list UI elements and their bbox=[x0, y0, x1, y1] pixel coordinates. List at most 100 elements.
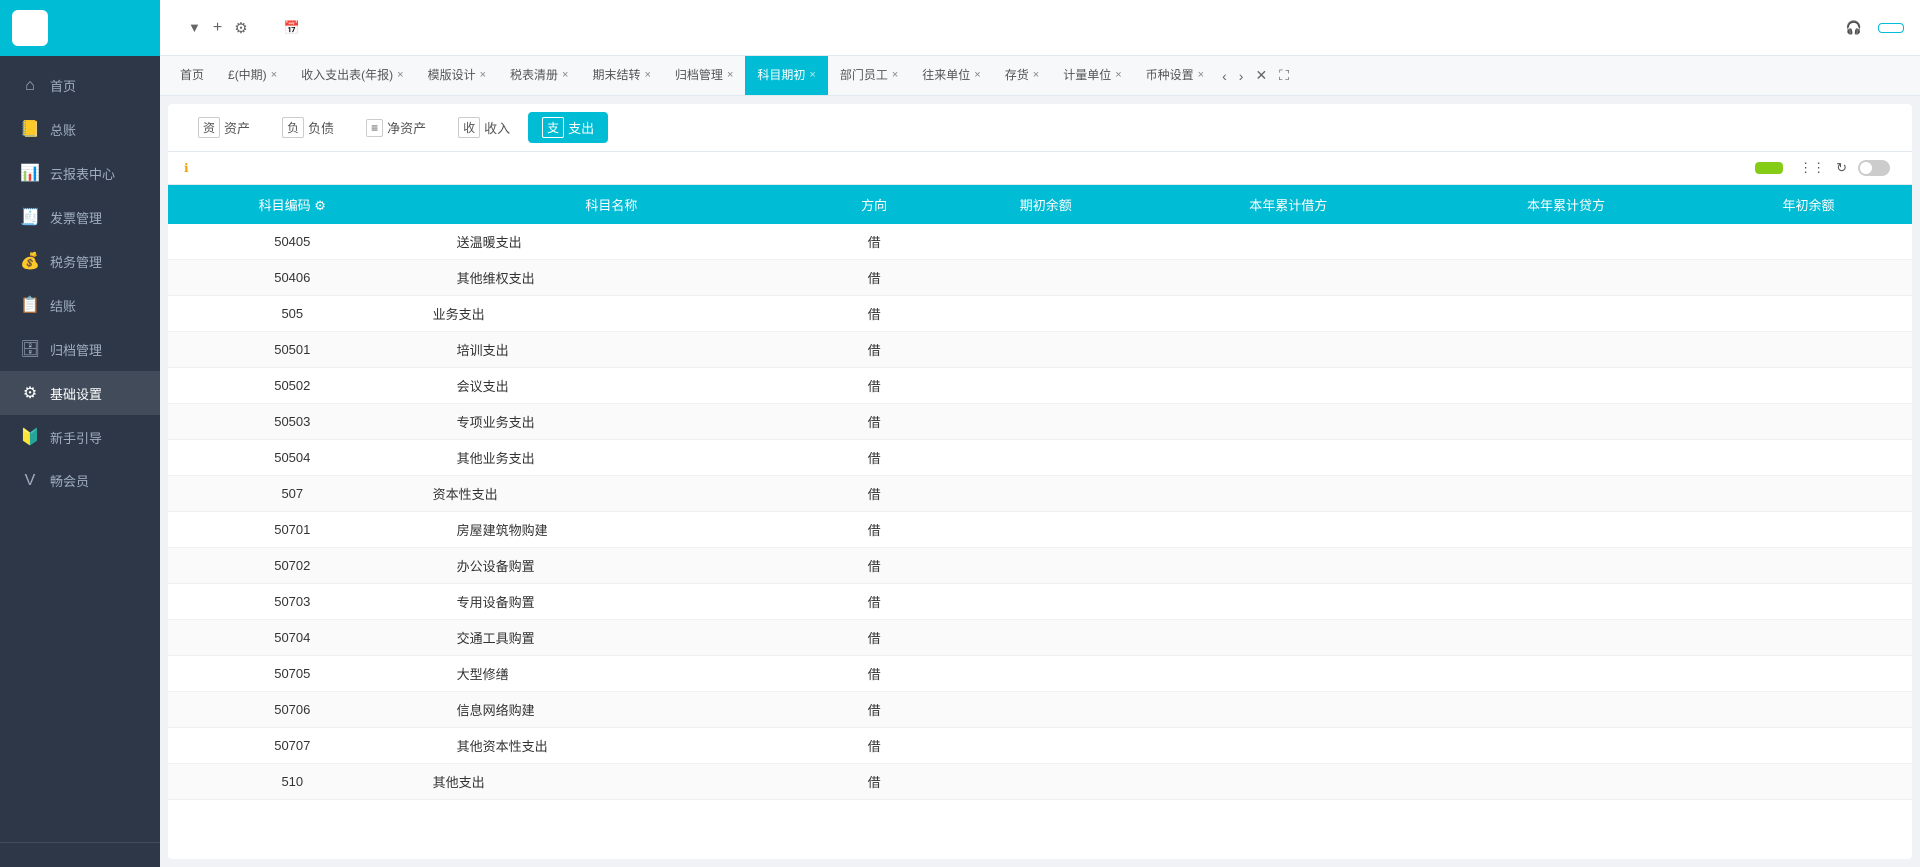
table-row[interactable]: 50405送温暖支出借 bbox=[168, 224, 1912, 260]
refresh-button[interactable]: ↻ bbox=[1836, 160, 1850, 176]
sidebar-item-home[interactable]: ⌂首页 bbox=[0, 64, 160, 107]
subtab-label-income: 收入 bbox=[484, 118, 510, 137]
tab-period[interactable]: £(中期)× bbox=[216, 56, 289, 96]
cell-0 bbox=[942, 764, 1149, 800]
sidebar-item-reports[interactable]: 📊云报表中心 bbox=[0, 151, 160, 195]
table-row[interactable]: 50705大型修缮借 bbox=[168, 656, 1912, 692]
sidebar-footer[interactable] bbox=[0, 842, 160, 867]
tab-close-all-btn[interactable]: ✕ bbox=[1249, 63, 1273, 88]
tab-subject_period[interactable]: 科目期初× bbox=[745, 56, 827, 96]
tab-close-period_end[interactable]: × bbox=[644, 69, 650, 81]
tab-close-income_report[interactable]: × bbox=[397, 69, 403, 81]
cell-dir: 借 bbox=[806, 764, 942, 800]
table-row[interactable]: 50707其他资本性支出借 bbox=[168, 728, 1912, 764]
cell-1 bbox=[1149, 764, 1427, 800]
table-row[interactable]: 50503专项业务支出借 bbox=[168, 404, 1912, 440]
sidebar-item-member[interactable]: V畅会员 bbox=[0, 459, 160, 502]
tab-income_report[interactable]: 收入支出表(年报) × bbox=[289, 56, 415, 96]
content-area: 资资产负负债≡净资产收收入支支出 ℹ ⋮⋮ ↻ bbox=[168, 104, 1912, 859]
tab-label-income_report: 收入支出表(年报) bbox=[301, 66, 393, 83]
tab-next-btn[interactable]: › bbox=[1233, 64, 1250, 88]
cell-dir: 借 bbox=[806, 728, 942, 764]
table-row[interactable]: 50406其他维权支出借 bbox=[168, 260, 1912, 296]
tab-inventory[interactable]: 存货 × bbox=[993, 56, 1051, 96]
tab-expand-btn[interactable]: ⛶ bbox=[1273, 63, 1295, 88]
tab-units[interactable]: 往来单位× bbox=[910, 56, 992, 96]
subtab-assets[interactable]: 资资产 bbox=[184, 112, 264, 143]
table-row[interactable]: 50504其他业务支出借 bbox=[168, 440, 1912, 476]
tab-close-template[interactable]: × bbox=[480, 69, 486, 81]
table-row[interactable]: 50702办公设备购置借 bbox=[168, 548, 1912, 584]
cell-1 bbox=[1149, 404, 1427, 440]
col-settings-icon[interactable]: ⚙ bbox=[314, 198, 326, 213]
cell-3 bbox=[1705, 332, 1912, 368]
tab-close-inventory[interactable]: × bbox=[1033, 69, 1039, 81]
cell-dir: 借 bbox=[806, 296, 942, 332]
tab-currency[interactable]: 币种设置× bbox=[1134, 56, 1216, 96]
tab-measure[interactable]: 计量单位 × bbox=[1051, 56, 1133, 96]
tab-template[interactable]: 模版设计× bbox=[416, 56, 498, 96]
subtab-expense[interactable]: 支支出 bbox=[528, 112, 608, 143]
table-row[interactable]: 505业务支出借 bbox=[168, 296, 1912, 332]
table-row[interactable]: 50501培训支出借 bbox=[168, 332, 1912, 368]
cell-code: 510 bbox=[168, 764, 417, 800]
sidebar-label-tax: 税务管理 bbox=[50, 252, 102, 271]
subtab-net_assets[interactable]: ≡净资产 bbox=[352, 113, 440, 142]
tab-label-inventory: 存货 bbox=[1005, 66, 1029, 83]
cell-3 bbox=[1705, 620, 1912, 656]
table-row[interactable]: 50706信息网络购建借 bbox=[168, 692, 1912, 728]
tab-close-dept_staff[interactable]: × bbox=[892, 69, 898, 81]
sidebar-item-guide[interactable]: 🔰新手引导 bbox=[0, 415, 160, 459]
add-icon[interactable]: + bbox=[213, 19, 222, 37]
account-button[interactable] bbox=[1878, 23, 1904, 33]
tab-close-tax_clear[interactable]: × bbox=[562, 69, 568, 81]
sidebar-nav: ⌂首页📒总账📊云报表中心🧾发票管理💰税务管理📋结账🗄归档管理⚙基础设置🔰新手引导… bbox=[0, 56, 160, 842]
sidebar-item-invoice[interactable]: 🧾发票管理 bbox=[0, 195, 160, 239]
table-row[interactable]: 50704交通工具购置借 bbox=[168, 620, 1912, 656]
invoice-icon: 🧾 bbox=[20, 207, 40, 227]
sidebar-item-archive[interactable]: 🗄归档管理 bbox=[0, 327, 160, 371]
cell-code: 50706 bbox=[168, 692, 417, 728]
tab-label-measure: 计量单位 bbox=[1063, 66, 1111, 83]
cell-name: 资本性支出 bbox=[417, 476, 806, 512]
tab-period_end[interactable]: 期末结转× bbox=[580, 56, 662, 96]
tab-close-period[interactable]: × bbox=[271, 69, 277, 81]
tab-close-currency[interactable]: × bbox=[1198, 69, 1204, 81]
subtab-income[interactable]: 收收入 bbox=[444, 112, 524, 143]
calendar-icon[interactable]: 📅 bbox=[284, 20, 300, 36]
tab-tax_clear[interactable]: 税表清册× bbox=[498, 56, 580, 96]
tab-close-measure[interactable]: × bbox=[1115, 69, 1121, 81]
tab-close-archive[interactable]: × bbox=[727, 69, 733, 81]
balance-button[interactable] bbox=[1755, 162, 1783, 174]
cell-3 bbox=[1705, 440, 1912, 476]
cell-3 bbox=[1705, 476, 1912, 512]
subtab-bar: 资资产负负债≡净资产收收入支支出 bbox=[168, 104, 1912, 152]
table-row[interactable]: 50703专用设备购置借 bbox=[168, 584, 1912, 620]
subtab-liability[interactable]: 负负债 bbox=[268, 112, 348, 143]
sidebar-item-tax[interactable]: 💰税务管理 bbox=[0, 239, 160, 283]
col-header-0: 科目编码 ⚙ bbox=[168, 185, 417, 224]
tab-home[interactable]: 首页 bbox=[168, 56, 216, 96]
sidebar-item-ledger[interactable]: 📒总账 bbox=[0, 107, 160, 151]
cell-3 bbox=[1705, 224, 1912, 260]
toggle-disabled-subjects[interactable] bbox=[1858, 160, 1890, 176]
table-row[interactable]: 507资本性支出借 bbox=[168, 476, 1912, 512]
tab-close-units[interactable]: × bbox=[974, 69, 980, 81]
sidebar-item-settings[interactable]: ⚙基础设置 bbox=[0, 371, 160, 415]
cell-code: 50502 bbox=[168, 368, 417, 404]
table-row[interactable]: 510其他支出借 bbox=[168, 764, 1912, 800]
table-row[interactable]: 50502会议支出借 bbox=[168, 368, 1912, 404]
tab-dept_staff[interactable]: 部门员工× bbox=[828, 56, 910, 96]
more-button[interactable]: ⋮⋮ bbox=[1799, 160, 1828, 176]
tab-close-subject_period[interactable]: × bbox=[809, 69, 815, 81]
settings-icon[interactable]: ⚙ bbox=[234, 19, 247, 37]
tab-prev-btn[interactable]: ‹ bbox=[1216, 64, 1233, 88]
logo-icon bbox=[12, 10, 48, 46]
cell-3 bbox=[1705, 260, 1912, 296]
customer-service[interactable]: 🎧 bbox=[1846, 20, 1866, 36]
cell-3 bbox=[1705, 296, 1912, 332]
tab-archive[interactable]: 归档管理× bbox=[663, 56, 745, 96]
dropdown-arrow-icon[interactable]: ▼ bbox=[188, 20, 201, 35]
sidebar-item-checkout[interactable]: 📋结账 bbox=[0, 283, 160, 327]
table-row[interactable]: 50701房屋建筑物购建借 bbox=[168, 512, 1912, 548]
